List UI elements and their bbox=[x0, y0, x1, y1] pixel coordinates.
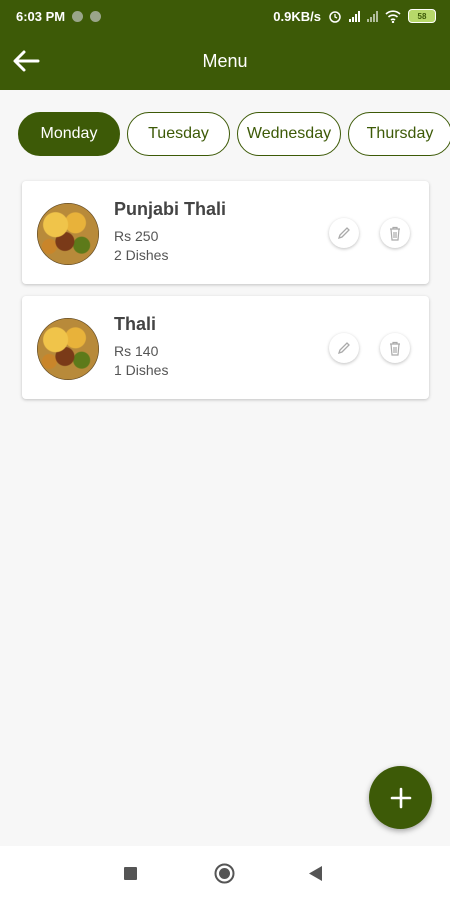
system-nav-bar bbox=[0, 846, 450, 900]
menu-item-name: Thali bbox=[114, 314, 157, 334]
tab-thursday[interactable]: Thursday bbox=[348, 112, 450, 156]
menu-item-price: Rs 250 bbox=[114, 228, 159, 244]
status-bar-right: 0.9KB/s 58 bbox=[273, 9, 436, 24]
trash-icon bbox=[390, 341, 400, 356]
signal-icon bbox=[367, 10, 378, 22]
plus-icon bbox=[390, 787, 411, 808]
notification-dot-icon bbox=[90, 10, 102, 22]
tab-wednesday[interactable]: Wednesday bbox=[237, 112, 341, 156]
pencil-icon bbox=[337, 342, 350, 355]
recents-button[interactable] bbox=[124, 867, 137, 885]
menu-item-dish-count: 1 Dishes bbox=[114, 362, 169, 378]
network-speed: 0.9KB/s bbox=[273, 8, 321, 24]
page-title: Menu bbox=[202, 51, 248, 71]
edit-button[interactable] bbox=[329, 333, 359, 363]
thali-image bbox=[37, 203, 99, 265]
pencil-icon bbox=[337, 227, 350, 240]
thali-image bbox=[37, 318, 99, 380]
status-time: 6:03 PM bbox=[16, 8, 66, 24]
menu-item-name: Punjabi Thali bbox=[114, 199, 227, 219]
menu-card[interactable]: Thali Rs 140 1 Dishes bbox=[22, 296, 429, 399]
menu-card[interactable]: Punjabi Thali Rs 250 2 Dishes bbox=[22, 181, 429, 284]
circle-icon bbox=[214, 863, 235, 884]
status-bar-left: 6:03 PM bbox=[16, 8, 102, 24]
app-bar: Menu bbox=[0, 32, 450, 90]
triangle-back-icon bbox=[309, 866, 322, 881]
edit-button[interactable] bbox=[329, 218, 359, 248]
battery-icon: 58 bbox=[408, 9, 436, 23]
add-menu-button[interactable] bbox=[369, 766, 432, 829]
wifi-icon bbox=[385, 9, 401, 23]
trash-icon bbox=[390, 226, 400, 241]
home-button[interactable] bbox=[214, 863, 235, 889]
delete-button[interactable] bbox=[380, 333, 410, 363]
day-tabs: Monday Tuesday Wednesday Thursday bbox=[18, 112, 450, 160]
menu-item-dish-count: 2 Dishes bbox=[114, 247, 169, 263]
menu-list: Punjabi Thali Rs 250 2 Dishes Thali Rs 1… bbox=[22, 181, 429, 411]
menu-item-price: Rs 140 bbox=[114, 343, 159, 359]
tab-monday[interactable]: Monday bbox=[18, 112, 120, 156]
status-bar: 6:03 PM 0.9KB/s 58 bbox=[0, 0, 450, 32]
tab-tuesday[interactable]: Tuesday bbox=[127, 112, 230, 156]
alarm-icon bbox=[329, 11, 341, 23]
notification-dot-icon bbox=[72, 10, 84, 22]
delete-button[interactable] bbox=[380, 218, 410, 248]
signal-icon bbox=[349, 10, 360, 22]
square-icon bbox=[124, 867, 137, 880]
nav-back-button[interactable] bbox=[309, 866, 323, 886]
